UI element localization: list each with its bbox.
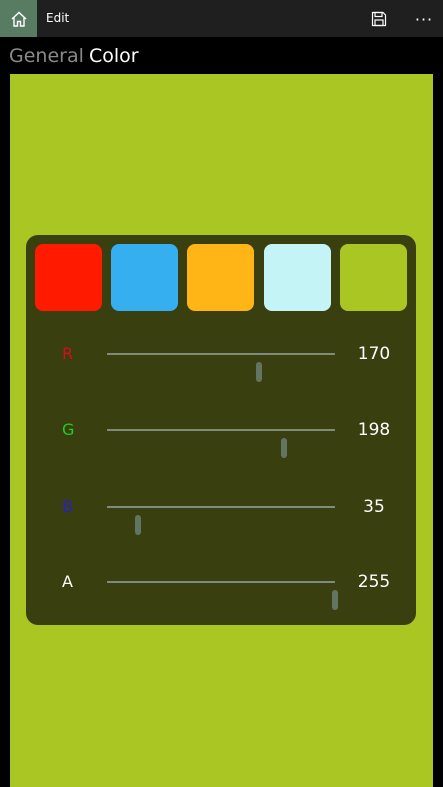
alpha-slider-thumb[interactable] bbox=[332, 590, 338, 610]
green-slider[interactable] bbox=[107, 429, 335, 458]
green-channel-label: G bbox=[62, 420, 75, 439]
blue-channel-row: B 35 bbox=[26, 488, 416, 535]
blue-value: 35 bbox=[363, 497, 385, 517]
red-slider-thumb[interactable] bbox=[256, 362, 263, 382]
tab-general[interactable]: General bbox=[9, 45, 84, 67]
swatch-light-cyan[interactable] bbox=[264, 244, 331, 311]
green-slider-thumb[interactable] bbox=[280, 438, 287, 458]
red-value: 170 bbox=[357, 344, 391, 364]
more-options-button[interactable]: ··· bbox=[410, 6, 438, 32]
red-channel-label: R bbox=[62, 344, 74, 363]
save-button[interactable] bbox=[366, 6, 392, 32]
page-title: Edit bbox=[46, 11, 70, 25]
swatch-orange[interactable] bbox=[187, 244, 254, 311]
red-slider[interactable] bbox=[107, 353, 335, 382]
home-icon bbox=[11, 11, 26, 27]
alpha-value: 255 bbox=[357, 572, 391, 592]
title-bar: Edit ··· bbox=[0, 0, 443, 37]
green-channel-row: G 198 bbox=[26, 411, 416, 458]
blue-slider-thumb[interactable] bbox=[135, 515, 142, 535]
color-panel: R 170 G 198 B 35 A 255 bbox=[26, 235, 416, 625]
alpha-channel-row: A 255 bbox=[26, 563, 416, 610]
alpha-slider[interactable] bbox=[107, 581, 338, 610]
green-value: 198 bbox=[357, 420, 391, 440]
blue-slider[interactable] bbox=[107, 506, 335, 535]
alpha-channel-label: A bbox=[62, 572, 73, 591]
swatch-blue[interactable] bbox=[111, 244, 178, 311]
tab-bar: General Color bbox=[0, 37, 443, 74]
blue-channel-label: B bbox=[62, 497, 73, 516]
tab-color[interactable]: Color bbox=[89, 45, 139, 67]
save-icon bbox=[371, 11, 387, 27]
home-button[interactable] bbox=[0, 0, 37, 37]
swatch-lime[interactable] bbox=[340, 244, 407, 311]
red-channel-row: R 170 bbox=[26, 335, 416, 382]
swatch-red[interactable] bbox=[35, 244, 102, 311]
